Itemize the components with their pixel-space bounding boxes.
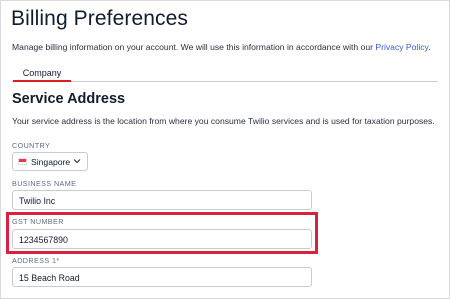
tab-bar: Company — [12, 66, 438, 82]
singapore-flag-icon — [18, 158, 27, 165]
gst-number-highlight-box — [6, 212, 318, 254]
country-select[interactable]: Singapore — [12, 152, 88, 171]
address1-label: ADDRESS 1* — [12, 256, 60, 265]
country-value: Singapore — [31, 157, 71, 167]
section-description: Your service address is the location fro… — [12, 116, 435, 126]
address1-field[interactable]: 15 Beach Road — [12, 267, 312, 287]
country-label: COUNTRY — [12, 141, 51, 150]
intro-end: . — [428, 42, 431, 52]
address1-value: 15 Beach Road — [19, 273, 80, 283]
privacy-policy-link[interactable]: Privacy Policy — [375, 42, 428, 52]
chevron-down-icon — [73, 159, 81, 164]
section-title: Service Address — [12, 91, 126, 107]
intro-label: Manage billing information on your accou… — [12, 42, 376, 52]
business-name-field[interactable]: Twilio Inc — [12, 190, 312, 210]
business-name-value: Twilio Inc — [19, 196, 56, 206]
business-name-label: BUSINESS NAME — [12, 179, 77, 188]
intro-text: Manage billing information on your accou… — [12, 42, 431, 52]
tab-company[interactable]: Company — [13, 66, 71, 82]
page-title: Billing Preferences — [11, 7, 188, 30]
